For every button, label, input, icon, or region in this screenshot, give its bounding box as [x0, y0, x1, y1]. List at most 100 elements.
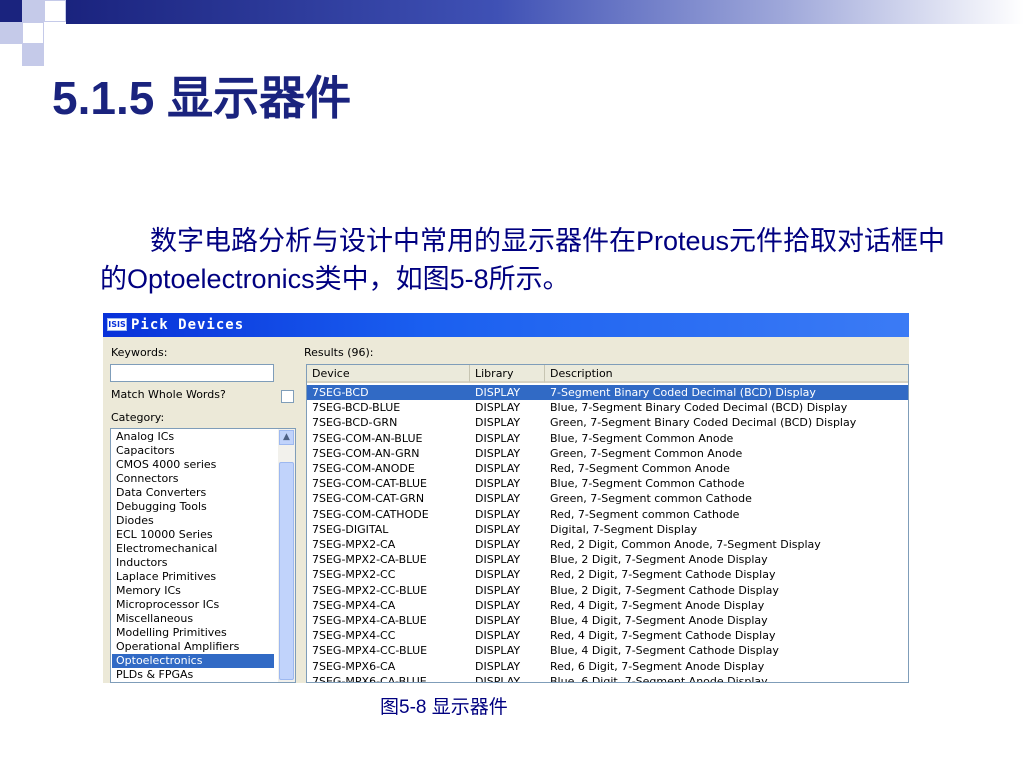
library-cell: DISPLAY [475, 462, 521, 475]
description-cell: Green, 7-Segment Common Anode [550, 446, 743, 460]
description-cell: Green, 7-Segment common Cathode [550, 492, 752, 506]
table-row[interactable]: 7SEG-MPX4-CC-BLUE DISPLAY Blue, 4 Digit, 7… [307, 643, 908, 658]
column-header-description[interactable]: Description [545, 365, 908, 383]
library-cell: DISPLAY [475, 446, 521, 460]
match-whole-words-checkbox[interactable] [281, 390, 294, 403]
category-item[interactable]: Miscellaneous [112, 612, 274, 626]
device-cell: 7SEG-MPX4-CA-BLUE [312, 614, 427, 627]
category-item[interactable]: Modelling Primitives [112, 626, 274, 640]
table-row[interactable]: 7SEG-COM-ANODE DISPLAY Red, 7-Segment Comm… [307, 461, 908, 476]
decor-square [22, 0, 44, 22]
description-cell: 7-Segment Binary Coded Decimal (BCD) Dis… [550, 386, 816, 399]
category-item[interactable]: Diodes [112, 514, 274, 528]
results-table[interactable]: Device Library Description 7SEG-BCD DISPL… [306, 364, 909, 683]
device-cell: 7SEG-COM-CAT-GRN [312, 492, 425, 506]
library-cell: DISPLAY [475, 538, 521, 551]
table-row[interactable]: 7SEG-MPX4-CA-BLUE DISPLAY Blue, 4 Digit, 7… [307, 613, 908, 628]
library-cell: DISPLAY [475, 629, 521, 643]
decor-square [0, 22, 22, 44]
table-row[interactable]: 7SEG-BCD-GRN DISPLAY Green, 7-Segment Bina… [307, 415, 908, 430]
category-item[interactable]: Memory ICs [112, 584, 274, 598]
description-cell: Red, 7-Segment common Cathode [550, 507, 740, 521]
device-cell: 7SEG-MPX4-CC [312, 629, 396, 643]
category-item[interactable]: Data Converters [112, 486, 274, 500]
body-paragraph: 数字电路分析与设计中常用的显示器件在Proteus元件拾取对话框中的Optoel… [100, 222, 960, 298]
category-item[interactable]: Electromechanical [112, 542, 274, 556]
library-cell: DISPLAY [475, 598, 521, 612]
device-cell: 7SEG-MPX4-CC-BLUE [312, 644, 428, 658]
category-scrollbar[interactable]: ▲ [278, 429, 295, 682]
device-cell: 7SEG-MPX4-CA [312, 598, 396, 612]
description-cell: Red, 6 Digit, 7-Segment Anode Display [550, 659, 765, 673]
device-cell: 7SEG-MPX2-CA-BLUE [312, 553, 427, 567]
description-cell: Red, 2 Digit, Common Anode, 7-Segment Di… [550, 538, 821, 551]
table-row[interactable]: 7SEG-COM-AN-GRN DISPLAY Green, 7-Segment C… [307, 446, 908, 461]
table-row[interactable]: 7SEG-BCD DISPLAY 7-Segment Binary Coded De… [307, 385, 908, 400]
scroll-up-icon[interactable]: ▲ [279, 430, 294, 445]
category-item[interactable]: Connectors [112, 472, 274, 486]
device-cell: 7SEG-COM-CATHODE [312, 507, 429, 521]
table-row[interactable]: 7SEG-MPX2-CA DISPLAY Red, 2 Digit, Common … [307, 537, 908, 552]
table-row[interactable]: 7SEG-MPX2-CC-BLUE DISPLAY Blue, 2 Digit, 7… [307, 583, 908, 598]
table-row[interactable]: 7SEG-COM-CATHODE DISPLAY Red, 7-Segment co… [307, 507, 908, 522]
table-row[interactable]: 7SEG-MPX2-CC DISPLAY Red, 2 Digit, 7-Segme… [307, 567, 908, 582]
description-cell: Blue, 4 Digit, 7-Segment Anode Display [550, 614, 768, 627]
category-label: Category: [111, 411, 165, 424]
description-cell: Red, 7-Segment Common Anode [550, 462, 730, 475]
table-row[interactable]: 7SEG-COM-CAT-GRN DISPLAY Green, 7-Segment … [307, 491, 908, 506]
library-cell: DISPLAY [475, 644, 521, 658]
table-row[interactable]: 7SEG-COM-AN-BLUE DISPLAY Blue, 7-Segment C… [307, 431, 908, 446]
column-header-device[interactable]: Device [307, 365, 470, 383]
category-item[interactable]: PLDs & FPGAs [112, 668, 274, 682]
decor-square [0, 0, 22, 22]
category-item[interactable]: ECL 10000 Series [112, 528, 274, 542]
library-cell: DISPLAY [475, 614, 521, 627]
paragraph-text: 数字电路分析与设计中常用的显示器件在Proteus元件拾取对话框中的Optoel… [100, 226, 946, 294]
dialog-title: Pick Devices [131, 317, 245, 333]
table-row[interactable]: 7SEG-MPX4-CA DISPLAY Red, 4 Digit, 7-Segme… [307, 598, 908, 613]
keywords-label: Keywords: [111, 346, 168, 359]
category-item[interactable]: Debugging Tools [112, 500, 274, 514]
decor-square [22, 22, 44, 44]
table-row[interactable]: 7SEG-MPX2-CA-BLUE DISPLAY Blue, 2 Digit, 7… [307, 552, 908, 567]
table-row[interactable]: 7SEG-COM-CAT-BLUE DISPLAY Blue, 7-Segment … [307, 476, 908, 491]
library-cell: DISPLAY [475, 477, 521, 491]
device-cell: 7SEG-COM-AN-GRN [312, 446, 420, 460]
device-cell: 7SEG-COM-AN-BLUE [312, 431, 423, 445]
library-cell: DISPLAY [475, 568, 521, 582]
table-row[interactable]: 7SEG-BCD-BLUE DISPLAY Blue, 7-Segment Bina… [307, 400, 908, 415]
scrollbar-thumb[interactable] [279, 462, 294, 680]
device-cell: 7SEG-MPX2-CC [312, 568, 396, 582]
device-cell: 7SEG-COM-CAT-BLUE [312, 477, 427, 491]
category-item[interactable]: CMOS 4000 series [112, 458, 274, 472]
table-row[interactable]: 7SEG-MPX6-CA-BLUE DISPLAY Blue, 6 Digit, 7… [307, 674, 908, 683]
keywords-input[interactable] [110, 364, 274, 382]
library-cell: DISPLAY [475, 674, 521, 683]
table-row[interactable]: 7SEG-MPX4-CC DISPLAY Red, 4 Digit, 7-Segme… [307, 628, 908, 643]
category-item[interactable]: Capacitors [112, 444, 274, 458]
category-item[interactable]: Microprocessor ICs [112, 598, 274, 612]
device-cell: 7SEG-BCD-GRN [312, 416, 398, 430]
category-item[interactable]: Inductors [112, 556, 274, 570]
device-cell: 7SEG-DIGITAL [312, 522, 389, 536]
library-cell: DISPLAY [475, 659, 521, 673]
category-item[interactable]: Operational Amplifiers [112, 640, 274, 654]
category-item[interactable]: Analog ICs [112, 430, 274, 444]
description-cell: Red, 2 Digit, 7-Segment Cathode Display [550, 568, 776, 582]
decor-square [22, 44, 44, 66]
library-cell: DISPLAY [475, 522, 521, 536]
table-row[interactable]: 7SEG-MPX6-CA DISPLAY Red, 6 Digit, 7-Segme… [307, 659, 908, 674]
figure-caption: 图5-8 显示器件 [380, 697, 508, 718]
description-cell: Blue, 7-Segment Common Cathode [550, 477, 745, 491]
dialog-titlebar[interactable]: ISIS Pick Devices [103, 313, 909, 337]
column-header-library[interactable]: Library [470, 365, 545, 383]
category-list[interactable]: PLDs & FPGAs Optoelectronics Operational A… [110, 428, 296, 683]
pick-devices-dialog: ISIS Pick Devices Keywords: Match Whole … [103, 313, 909, 683]
description-cell: Blue, 6 Digit, 7-Segment Anode Display [550, 674, 768, 683]
library-cell: DISPLAY [475, 492, 521, 506]
table-row[interactable]: 7SEG-DIGITAL DISPLAY Digital, 7-Segment Di… [307, 522, 908, 537]
library-cell: DISPLAY [475, 401, 521, 415]
category-item[interactable]: Optoelectronics [112, 654, 274, 668]
category-item[interactable]: Laplace Primitives [112, 570, 274, 584]
description-cell: Green, 7-Segment Binary Coded Decimal (B… [550, 416, 857, 430]
